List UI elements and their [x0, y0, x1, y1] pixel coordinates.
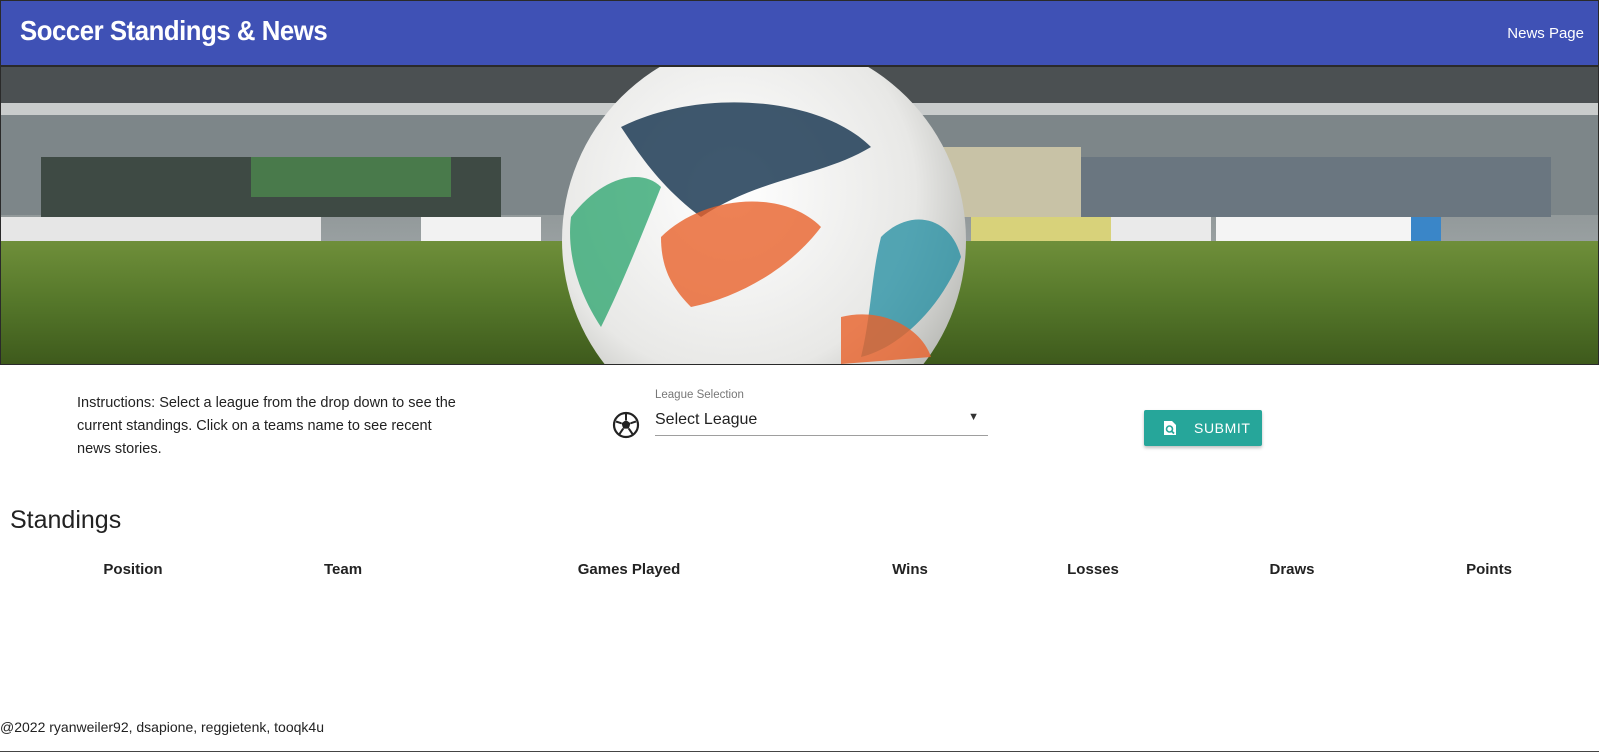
search-icon	[1164, 421, 1176, 435]
league-select-label: League Selection	[655, 389, 744, 401]
standings-heading: Standings	[10, 506, 122, 534]
soccer-ball-icon	[612, 411, 640, 439]
league-select-group: League Selection Select League ▼	[612, 389, 990, 449]
instructions-text: Instructions: Select a league from the d…	[77, 395, 456, 457]
submit-label: SUBMIT	[1194, 420, 1251, 436]
column-header-wins: Wins	[892, 561, 928, 578]
league-select-dropdown[interactable]: Select League ▼	[655, 406, 988, 436]
league-select-value: Select League	[655, 411, 758, 428]
column-header-team: Team	[323, 561, 363, 578]
footer-credits: @2022 ryanweiler92, dsapione, reggietenk…	[0, 719, 324, 735]
submit-button[interactable]: SUBMIT	[1144, 410, 1262, 446]
hero-image	[1, 67, 1598, 364]
site-title: Soccer Standings & News	[20, 15, 328, 46]
column-header-losses: Losses	[1067, 561, 1119, 578]
caret-down-icon: ▼	[968, 411, 979, 423]
column-header-games-played: Games Played	[577, 561, 681, 578]
hero-banner	[0, 66, 1599, 365]
top-navbar: Soccer Standings & News News Page	[0, 0, 1599, 66]
column-header-position: Position	[103, 561, 163, 578]
news-page-link[interactable]: News Page	[1507, 25, 1584, 42]
column-header-points: Points	[1466, 561, 1512, 578]
column-header-draws: Draws	[1269, 561, 1315, 578]
